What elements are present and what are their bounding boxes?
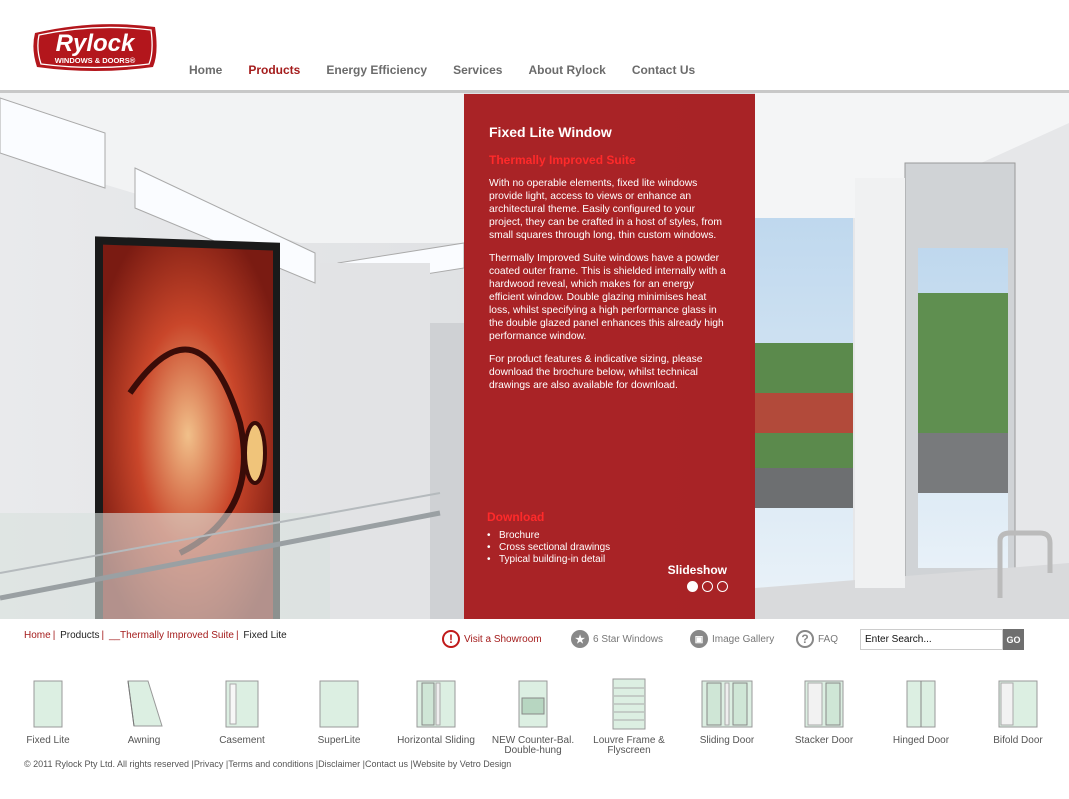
- nav-about[interactable]: About Rylock: [528, 63, 605, 77]
- fixed-lite-icon: [33, 680, 63, 728]
- download-title: Download: [487, 510, 545, 524]
- breadcrumb: Home | Products | __Thermally Improved Sui…: [24, 630, 287, 641]
- rylock-logo[interactable]: Rylock WINDOWS & DOORS®: [31, 19, 159, 74]
- slideshow-dots: [687, 581, 728, 592]
- faq-label: FAQ: [818, 633, 839, 645]
- image-gallery-link[interactable]: ▣ Image Gallery: [690, 629, 774, 649]
- camera-icon: ▣: [690, 630, 708, 648]
- question-icon: ?: [796, 630, 814, 648]
- svg-text:Rylock: Rylock: [56, 30, 136, 57]
- stacker-door-icon: [804, 680, 844, 728]
- breadcrumb-home[interactable]: Home: [24, 630, 51, 641]
- nav-energy-efficiency[interactable]: Energy Efficiency: [326, 63, 427, 77]
- main-nav: Home Products Energy Efficiency Services…: [189, 63, 721, 77]
- casement-icon: [225, 680, 259, 728]
- download-section: Download Brochure Cross sectional drawin…: [487, 510, 610, 566]
- nav-contact[interactable]: Contact Us: [632, 63, 695, 77]
- footer-terms[interactable]: Terms and conditions: [228, 759, 313, 769]
- description-paragraph: With no operable elements, fixed lite wi…: [489, 178, 722, 241]
- product-sliding-door[interactable]: Sliding Door: [677, 678, 777, 746]
- product-casement[interactable]: Casement: [192, 678, 292, 746]
- search-input[interactable]: [860, 629, 1003, 650]
- product-superlite[interactable]: SuperLite: [289, 678, 389, 746]
- download-building-in-link[interactable]: Typical building-in detail: [487, 554, 610, 566]
- download-cross-section-link[interactable]: Cross sectional drawings: [487, 542, 610, 554]
- product-louvre-frame[interactable]: Louvre Frame & Flyscreen: [579, 678, 679, 756]
- visit-showroom-link[interactable]: ! Visit a Showroom: [442, 629, 542, 649]
- copyright: © 2011 Rylock Pty Ltd. All rights reserv…: [24, 759, 190, 769]
- bifold-door-icon: [998, 680, 1038, 728]
- alert-icon: !: [442, 630, 460, 648]
- breadcrumb-suite[interactable]: __Thermally Improved Suite: [109, 630, 234, 641]
- product-fixed-lite[interactable]: Fixed Lite: [0, 678, 98, 746]
- download-brochure-link[interactable]: Brochure: [487, 530, 610, 542]
- gallery-label: Image Gallery: [712, 633, 775, 645]
- product-info-panel: Fixed Lite Window Thermally Improved Sui…: [464, 94, 755, 619]
- louvre-icon: [612, 678, 646, 730]
- nav-services[interactable]: Services: [453, 63, 502, 77]
- awning-icon: [127, 680, 163, 727]
- horizontal-sliding-icon: [416, 680, 456, 728]
- site-header: Rylock WINDOWS & DOORS® Home Products En…: [0, 0, 1069, 90]
- breadcrumb-current: Fixed Lite: [243, 630, 287, 641]
- hinged-door-icon: [906, 680, 936, 728]
- sliding-door-icon: [701, 680, 753, 728]
- product-horizontal-sliding[interactable]: Horizontal Sliding: [386, 678, 486, 746]
- six-star-label: 6 Star Windows: [593, 633, 664, 645]
- slideshow-label: Slideshow: [667, 563, 727, 577]
- product-title: Fixed Lite Window: [489, 124, 612, 140]
- footer-privacy[interactable]: Privacy: [194, 759, 224, 769]
- site-footer: © 2011 Rylock Pty Ltd. All rights reserv…: [24, 759, 512, 769]
- product-bifold-door[interactable]: Bifold Door: [968, 678, 1068, 746]
- breadcrumb-products[interactable]: Products: [60, 630, 99, 641]
- footer-disclaimer[interactable]: Disclaimer: [318, 759, 360, 769]
- faq-link[interactable]: ? FAQ: [796, 629, 838, 649]
- product-suite-title: Thermally Improved Suite: [489, 153, 636, 167]
- six-star-link[interactable]: ★ 6 Star Windows: [571, 629, 663, 649]
- search-go-button[interactable]: GO: [1003, 629, 1024, 650]
- star-icon: ★: [571, 630, 589, 648]
- nav-products[interactable]: Products: [248, 63, 300, 77]
- product-double-hung[interactable]: NEW Counter-Bal. Double-hung: [483, 678, 583, 756]
- product-hinged-door[interactable]: Hinged Door: [871, 678, 971, 746]
- footer-credit[interactable]: Website by Vetro Design: [413, 759, 511, 769]
- slide-dot-1[interactable]: [687, 581, 698, 592]
- superlite-icon: [319, 680, 359, 728]
- footer-contact[interactable]: Contact us: [365, 759, 408, 769]
- product-strip: Fixed Lite Awning Casement SuperLite Hor…: [0, 678, 1069, 758]
- slide-dot-3[interactable]: [717, 581, 728, 592]
- download-list: Brochure Cross sectional drawings Typica…: [487, 530, 610, 566]
- description-paragraph: Thermally Improved Suite windows have a …: [489, 253, 726, 342]
- slide-dot-2[interactable]: [702, 581, 713, 592]
- product-awning[interactable]: Awning: [94, 678, 194, 746]
- nav-home[interactable]: Home: [189, 63, 222, 77]
- showroom-label: Visit a Showroom: [464, 633, 542, 645]
- product-stacker-door[interactable]: Stacker Door: [774, 678, 874, 746]
- double-hung-icon: [518, 680, 548, 728]
- description-paragraph: For product features & indicative sizing…: [489, 354, 703, 391]
- svg-text:WINDOWS & DOORS®: WINDOWS & DOORS®: [55, 56, 136, 65]
- search-form: GO: [860, 629, 1024, 650]
